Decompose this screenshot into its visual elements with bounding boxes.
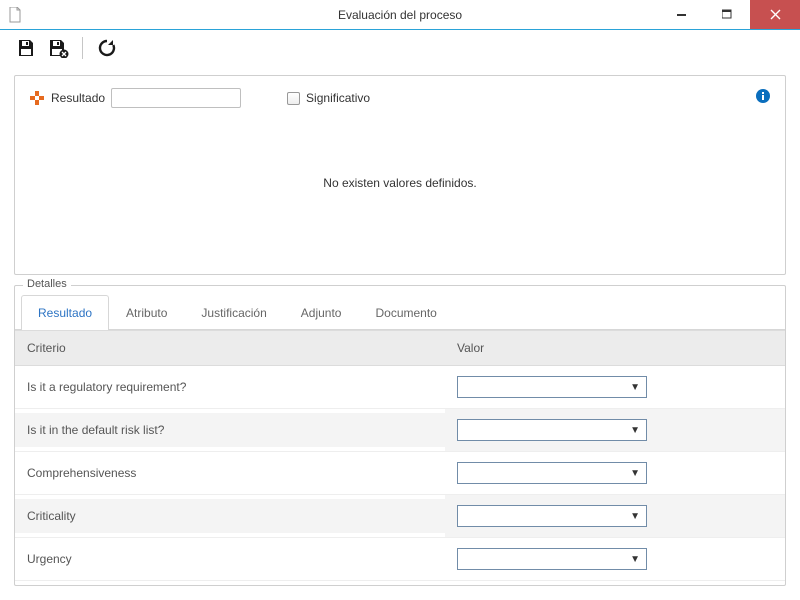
save-close-button[interactable] <box>44 34 72 62</box>
criterion-cell: Comprehensiveness <box>15 456 445 490</box>
value-select[interactable]: ▼ <box>457 419 647 441</box>
document-icon <box>8 7 24 23</box>
titlebar: Evaluación del proceso <box>0 0 800 30</box>
table-scroll[interactable]: Criterio Valor Is it a regulatory requir… <box>15 330 785 585</box>
save-button[interactable] <box>12 34 40 62</box>
significant-wrap: Significativo <box>287 91 370 105</box>
top-panel: Resultado Significativo No existen valor… <box>14 75 786 275</box>
table-row: Is it in the default risk list? ▼ <box>15 409 785 452</box>
table-row: Urgency ▼ <box>15 538 785 581</box>
column-value: Valor <box>445 331 785 365</box>
value-select[interactable]: ▼ <box>457 548 647 570</box>
content: Resultado Significativo No existen valor… <box>0 65 800 600</box>
table-header: Criterio Valor <box>15 330 785 366</box>
window-title: Evaluación del proceso <box>338 8 462 22</box>
tab-atributo[interactable]: Atributo <box>109 295 184 330</box>
refresh-button[interactable] <box>93 34 121 62</box>
chevron-down-icon: ▼ <box>630 511 640 522</box>
table-body: Is it a regulatory requirement?▼Is it in… <box>15 366 785 581</box>
value-cell: ▼ <box>445 409 785 451</box>
close-button[interactable] <box>750 0 800 29</box>
toolbar-divider <box>82 37 83 59</box>
tab-resultado[interactable]: Resultado <box>21 295 109 330</box>
criterion-cell: Is it a regulatory requirement? <box>15 370 445 404</box>
table-row: Criticality ▼ <box>15 495 785 538</box>
criterion-cell: Criticality <box>15 499 445 533</box>
significant-label: Significativo <box>306 91 370 105</box>
evaluation-icon <box>29 90 45 106</box>
window-controls <box>660 0 800 29</box>
toolbar <box>0 30 800 65</box>
empty-message: No existen valores definidos. <box>29 108 771 260</box>
maximize-button[interactable] <box>705 0 750 29</box>
tab-adjunto[interactable]: Adjunto <box>284 295 359 330</box>
chevron-down-icon: ▼ <box>630 425 640 436</box>
chevron-down-icon: ▼ <box>630 554 640 565</box>
value-cell: ▼ <box>445 538 785 580</box>
tab-documento[interactable]: Documento <box>358 295 453 330</box>
value-cell: ▼ <box>445 495 785 537</box>
criterion-cell: Is it in the default risk list? <box>15 413 445 447</box>
info-icon[interactable] <box>755 88 771 107</box>
table-row: Comprehensiveness ▼ <box>15 452 785 495</box>
value-cell: ▼ <box>445 366 785 408</box>
result-input[interactable] <box>111 88 241 108</box>
result-row: Resultado Significativo <box>29 88 771 108</box>
criterion-cell: Urgency <box>15 542 445 576</box>
chevron-down-icon: ▼ <box>630 468 640 479</box>
table-row: Is it a regulatory requirement? ▼ <box>15 366 785 409</box>
result-label: Resultado <box>51 91 105 105</box>
tabs: Resultado Atributo Justificación Adjunto… <box>15 286 785 330</box>
minimize-button[interactable] <box>660 0 705 29</box>
significant-checkbox[interactable] <box>287 92 300 105</box>
details-legend: Detalles <box>23 278 71 290</box>
value-select[interactable]: ▼ <box>457 376 647 398</box>
chevron-down-icon: ▼ <box>630 382 640 393</box>
value-select[interactable]: ▼ <box>457 462 647 484</box>
value-select[interactable]: ▼ <box>457 505 647 527</box>
column-criterion: Criterio <box>15 331 445 365</box>
value-cell: ▼ <box>445 452 785 494</box>
details-fieldset: Detalles Resultado Atributo Justificació… <box>14 285 786 586</box>
tab-justificacion[interactable]: Justificación <box>184 295 283 330</box>
